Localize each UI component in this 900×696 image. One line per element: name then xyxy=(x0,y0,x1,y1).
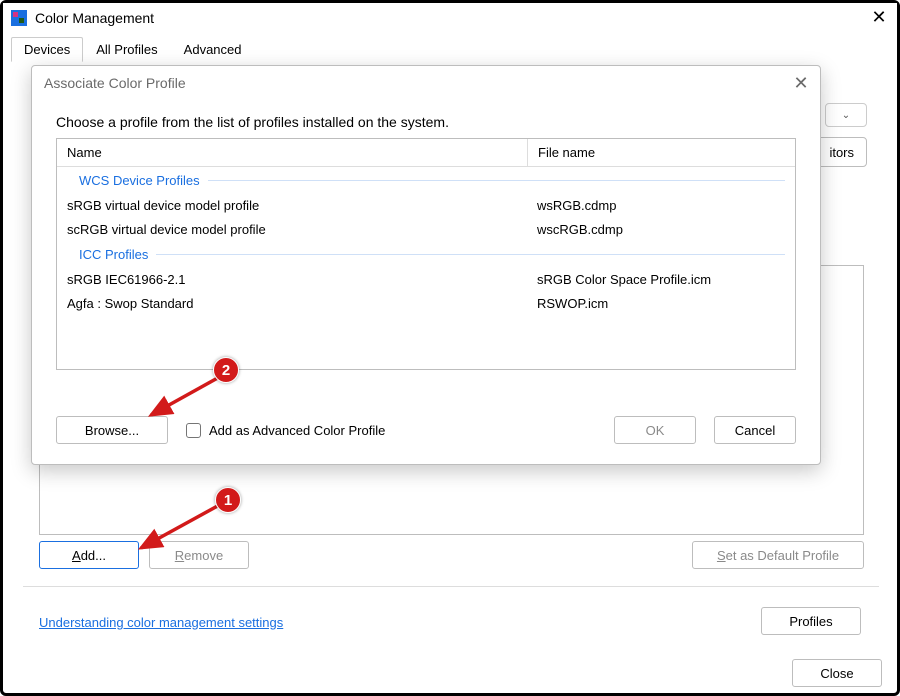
checkbox-label: Add as Advanced Color Profile xyxy=(209,423,385,438)
tab-strip: Devices All Profiles Advanced xyxy=(3,33,897,63)
color-management-icon xyxy=(11,10,27,26)
dialog-instruction: Choose a profile from the list of profil… xyxy=(32,100,820,138)
col-header-name[interactable]: Name xyxy=(57,139,527,166)
dialog-title: Associate Color Profile xyxy=(44,75,186,91)
list-item[interactable]: sRGB IEC61966-2.1 sRGB Color Space Profi… xyxy=(57,267,795,291)
remove-button[interactable]: Remove xyxy=(149,541,249,569)
cell-file: sRGB Color Space Profile.icm xyxy=(527,267,795,291)
cancel-button[interactable]: Cancel xyxy=(714,416,796,444)
help-link[interactable]: Understanding color management settings xyxy=(39,615,283,630)
divider xyxy=(23,586,879,587)
identify-monitors-button[interactable]: itors xyxy=(816,137,867,167)
cell-file: wsRGB.cdmp xyxy=(527,193,795,217)
browse-button[interactable]: Browse... xyxy=(56,416,168,444)
add-button[interactable]: Add... xyxy=(39,541,139,569)
tab-all-profiles[interactable]: All Profiles xyxy=(83,37,170,62)
window-close-button[interactable]: ✕ xyxy=(869,7,889,27)
advanced-color-checkbox[interactable]: Add as Advanced Color Profile xyxy=(186,423,385,438)
cell-file: wscRGB.cdmp xyxy=(527,217,795,241)
device-dropdown[interactable]: ⌄ xyxy=(825,103,867,127)
cell-name: sRGB virtual device model profile xyxy=(57,193,527,217)
group-header-wcs: WCS Device Profiles xyxy=(57,167,795,193)
tab-devices[interactable]: Devices xyxy=(11,37,83,62)
cell-name: scRGB virtual device model profile xyxy=(57,217,527,241)
cell-name: sRGB IEC61966-2.1 xyxy=(57,267,527,291)
list-header: Name File name xyxy=(57,139,795,167)
cell-name: Agfa : Swop Standard xyxy=(57,291,527,315)
ok-button[interactable]: OK xyxy=(614,416,696,444)
dialog-footer: Browse... Add as Advanced Color Profile … xyxy=(56,416,796,444)
dialog-titlebar: Associate Color Profile ✕ xyxy=(32,66,820,100)
group-header-icc: ICC Profiles xyxy=(57,241,795,267)
profile-list: Name File name WCS Device Profiles sRGB … xyxy=(56,138,796,370)
annotation-marker-2: 2 xyxy=(213,357,239,383)
tab-advanced[interactable]: Advanced xyxy=(171,37,255,62)
close-button[interactable]: Close xyxy=(792,659,882,687)
list-item[interactable]: scRGB virtual device model profile wscRG… xyxy=(57,217,795,241)
window-title: Color Management xyxy=(35,10,154,26)
list-item[interactable]: sRGB virtual device model profile wsRGB.… xyxy=(57,193,795,217)
titlebar: Color Management ✕ xyxy=(3,3,897,33)
list-item[interactable]: Agfa : Swop Standard RSWOP.icm xyxy=(57,291,795,315)
associate-profile-dialog: Associate Color Profile ✕ Choose a profi… xyxy=(31,65,821,465)
set-default-button[interactable]: Set as Default Profile xyxy=(692,541,864,569)
chevron-down-icon: ⌄ xyxy=(842,110,850,121)
checkbox-box-icon xyxy=(186,423,201,438)
annotation-marker-1: 1 xyxy=(215,487,241,513)
cell-file: RSWOP.icm xyxy=(527,291,795,315)
profile-buttons-row: Add... Remove Set as Default Profile xyxy=(39,541,864,569)
col-header-file[interactable]: File name xyxy=(527,139,795,166)
dialog-close-button[interactable]: ✕ xyxy=(788,70,814,96)
profiles-button[interactable]: Profiles xyxy=(761,607,861,635)
